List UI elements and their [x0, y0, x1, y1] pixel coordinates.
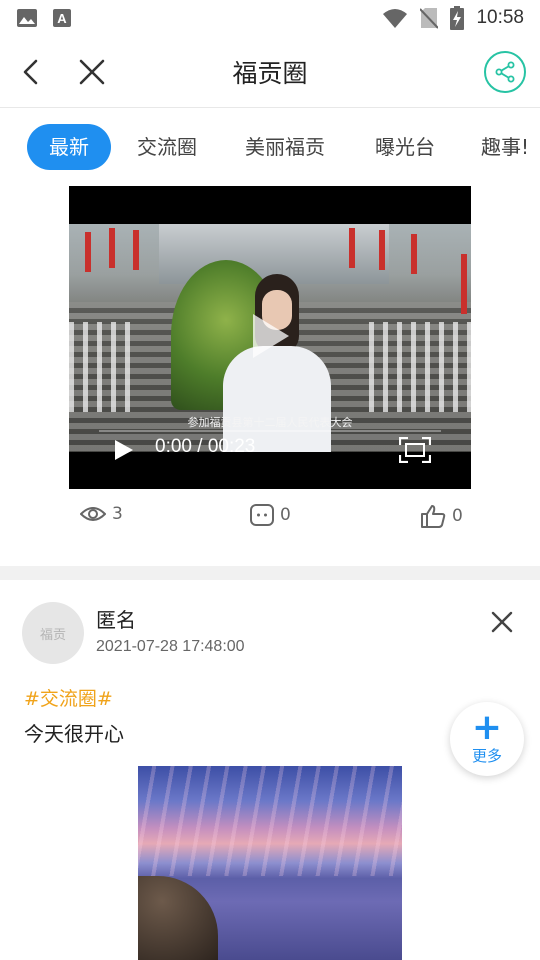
tab-beautiful-fugong[interactable]: 美丽福贡 — [245, 124, 325, 170]
screen: A 10:58 福贡圈 最新 交流圈 美丽福贡 曝光台 趣事! 参加福贡县第十二… — [0, 0, 540, 960]
post-text: 今天很开心 — [24, 722, 124, 746]
video-progress-bar[interactable] — [99, 430, 441, 432]
video-timecode: 0:00 / 00:23 — [155, 436, 256, 457]
more-button[interactable]: + 更多 — [450, 702, 524, 776]
tab-fun-stories[interactable]: 趣事! — [481, 124, 529, 170]
thumbs-up-icon — [421, 505, 446, 528]
tab-exchange-circle[interactable]: 交流圈 — [137, 124, 197, 170]
post-hashtag[interactable]: #交流圈# — [24, 684, 113, 711]
play-control-icon[interactable] — [113, 438, 135, 462]
share-icon — [495, 61, 515, 83]
tab-exposure[interactable]: 曝光台 — [375, 124, 435, 170]
video-subtitle: 参加福贡县第十二届人民代表大会 — [187, 416, 353, 429]
likes-count: 0 — [452, 506, 463, 526]
views-stat: 3 — [80, 504, 123, 524]
more-label: 更多 — [471, 746, 502, 765]
status-bar: A 10:58 — [0, 0, 540, 36]
post-image[interactable] — [138, 766, 402, 960]
likes-stat[interactable]: 0 — [420, 504, 463, 528]
comment-icon — [250, 504, 274, 526]
post-timestamp: 2021-07-28 17:48:00 — [96, 638, 245, 655]
comments-count: 0 — [280, 505, 291, 525]
svg-text:A: A — [57, 11, 67, 26]
fullscreen-icon[interactable] — [399, 437, 431, 463]
plus-icon: + — [471, 706, 503, 748]
share-button[interactable] — [484, 51, 526, 93]
video-player[interactable]: 参加福贡县第十二届人民代表大会 0:00 / 00:23 — [69, 186, 471, 489]
gallery-icon — [17, 9, 37, 27]
page-title: 福贡圈 — [232, 59, 308, 88]
post-author: 匿名 — [96, 608, 136, 632]
eye-icon — [80, 507, 106, 521]
video-stats: 3 0 0 — [0, 496, 540, 540]
avatar[interactable]: 福贡 — [22, 602, 84, 664]
no-sim-icon — [420, 8, 439, 29]
section-divider — [0, 566, 540, 580]
views-count: 3 — [112, 504, 123, 524]
top-bar: 福贡圈 — [0, 36, 540, 108]
battery-charging-icon — [450, 6, 465, 30]
comments-stat[interactable]: 0 — [250, 504, 291, 526]
avatar-watermark: 福贡 — [39, 627, 66, 643]
close-icon[interactable] — [490, 610, 514, 634]
clock: 10:58 — [476, 7, 524, 28]
category-tabs: 最新 交流圈 美丽福贡 曝光台 趣事! — [0, 108, 540, 186]
play-icon[interactable] — [251, 312, 291, 360]
tab-latest[interactable]: 最新 — [27, 124, 111, 170]
font-icon: A — [53, 9, 71, 27]
wifi-icon — [383, 9, 408, 28]
